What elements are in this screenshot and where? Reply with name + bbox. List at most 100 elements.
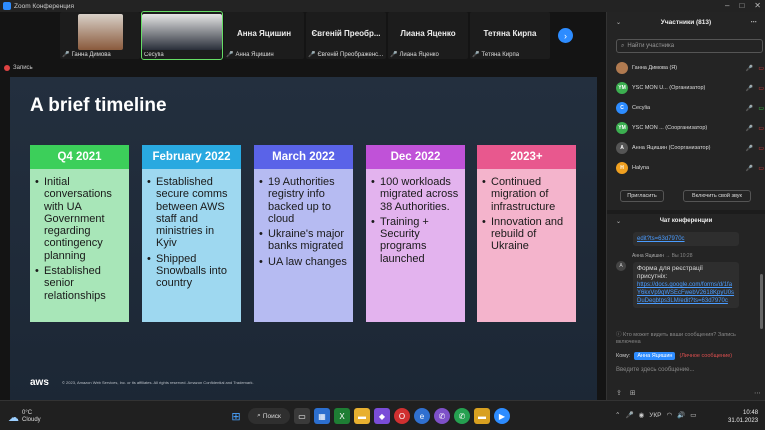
participant-photo <box>78 14 123 50</box>
zoom-taskbar-icon[interactable]: ▶ <box>494 408 510 424</box>
chat-link[interactable]: https://docs.google.com/forms/d/1faY6kxV… <box>637 281 735 305</box>
video-tile[interactable]: Тетяна Кирпа 🎤 Тетяна Кирпа <box>470 12 550 59</box>
video-off-icon: ▭ <box>758 85 764 92</box>
timeline-bullet: Training + Security programs launched <box>370 216 461 265</box>
avatar: H <box>616 162 628 174</box>
mic-muted-icon: 🎤 <box>308 52 316 58</box>
mic-icon[interactable]: 🎤 <box>625 411 633 419</box>
store-icon[interactable]: ◆ <box>374 408 390 424</box>
video-tile[interactable]: Євгеній Преобр... 🎤 Євгеній Преображенс..… <box>306 12 386 59</box>
mic-muted-icon: 🎤 <box>472 52 480 58</box>
chevron-right-icon[interactable]: › <box>558 28 573 43</box>
close-button[interactable]: ✕ <box>754 1 761 11</box>
avatar: A <box>616 142 628 154</box>
opera-icon[interactable]: O <box>394 408 410 424</box>
mic-muted-icon: 🎤 <box>390 52 398 58</box>
participant-row[interactable]: YM YSC MON U... (Организатор) 🎤 ▭ <box>616 79 764 97</box>
video-gallery: 🎤 Ганна Димова Cecylia Анна Яцишин 🎤 Анна … <box>0 11 606 62</box>
timeline-card-heading: Q4 2021 <box>30 145 129 169</box>
camera-icon[interactable]: ◉ <box>639 411 645 419</box>
mic-muted-icon: 🎤 <box>745 165 754 172</box>
clock[interactable]: 10:48 31.01.2023 <box>728 409 758 425</box>
screenshot-icon[interactable]: ⊞ <box>630 389 636 397</box>
participant-row[interactable]: C Cecylia 🎤 ▭ <box>616 99 764 117</box>
taskbar-apps: ⊞ ⌕ Поиск ▭ ▦ X ▬ ◆ O e ✆ ✆ ▬ ▶ <box>228 408 510 424</box>
timeline-bullet: Initial conversations with UA Government… <box>34 176 125 262</box>
mic-muted-icon: 🎤 <box>226 52 234 58</box>
recipient-select[interactable]: Анна Яцишин <box>634 352 676 360</box>
weather-widget[interactable]: ☁ 0°C Cloudy <box>8 410 41 424</box>
widgets-icon[interactable]: ▦ <box>314 408 330 424</box>
participant-search-input[interactable]: ⌕ Найти участника <box>616 39 763 53</box>
title-bar: Zoom Конференция – □ ✕ <box>0 0 765 12</box>
tile-name: 🎤 Ганна Димова <box>62 51 111 59</box>
participant-row[interactable]: A Анна Яцишин (Соорганизатор) 🎤 ▭ <box>616 139 764 157</box>
more-icon[interactable]: ⋯ <box>754 389 761 397</box>
chevron-down-icon[interactable]: ⌄ <box>616 19 621 26</box>
chat-visibility-note[interactable]: ⓘ Кто может видеть ваши сообщения? Запис… <box>616 332 761 346</box>
video-tile[interactable]: Лиана Яценко 🎤 Лиана Яценко <box>388 12 468 59</box>
battery-icon[interactable]: ▭ <box>690 411 696 419</box>
cloud-icon: ☁ <box>8 411 19 424</box>
timeline-bullet: Continued migration of infrastructure <box>481 176 572 213</box>
more-icon[interactable]: ⋯ <box>751 18 758 26</box>
participant-row[interactable]: H Halyna 🎤 ▭ <box>616 159 764 177</box>
edge-icon[interactable]: e <box>414 408 430 424</box>
recording-indicator[interactable]: Запись <box>4 65 33 71</box>
mic-muted-icon: 🎤 <box>62 52 70 58</box>
timeline-card-heading: 2023+ <box>477 145 576 169</box>
language-indicator[interactable]: УКР <box>649 412 661 419</box>
search-icon: ⌕ <box>621 42 625 49</box>
video-tile[interactable]: Анна Яцишин 🎤 Анна Яцишин <box>224 12 304 59</box>
participant-row[interactable]: Ганна Димова (Я) 🎤 ▭ <box>616 59 764 77</box>
chat-input[interactable]: Введите здесь сообщение... <box>616 367 695 373</box>
invite-button[interactable]: Пригласить <box>620 190 664 202</box>
tile-name: Cecylia <box>144 52 164 58</box>
chevron-down-icon[interactable]: ⌄ <box>616 218 621 225</box>
mic-muted-icon: 🎤 <box>745 105 754 112</box>
participant-row[interactable]: YM YSC MON ... (Соорганизатор) 🎤 ▭ <box>616 119 764 137</box>
taskbar-search[interactable]: ⌕ Поиск <box>248 408 290 424</box>
timeline-bullet: 19 Authorities registry info backed up t… <box>258 176 349 225</box>
chat-message: edit?ts=63d7970c <box>633 232 739 246</box>
tile-name: 🎤 Анна Яцишин <box>226 51 274 59</box>
excel-icon[interactable]: X <box>334 408 350 424</box>
task-view-icon[interactable]: ▭ <box>294 408 310 424</box>
video-tile[interactable]: 🎤 Ганна Димова <box>60 12 140 59</box>
avatar: YM <box>616 82 628 94</box>
unmute-button[interactable]: Включить свой звук <box>683 190 751 202</box>
maximize-button[interactable]: □ <box>739 1 744 11</box>
shared-slide: A brief timeline Q4 2021 Initial conversa… <box>10 77 597 404</box>
info-icon: ⓘ <box>616 332 622 338</box>
slide-footer: © 2023, Amazon Web Services, Inc. or its… <box>62 380 254 385</box>
chat-link[interactable]: edit?ts=63d7970c <box>637 236 685 242</box>
video-off-icon: ▭ <box>758 145 764 152</box>
file-explorer-icon[interactable]: ▬ <box>354 408 370 424</box>
video-off-icon: ▭ <box>758 125 764 132</box>
timeline-bullet: Ukraine's major banks migrated <box>258 228 349 253</box>
folder-icon[interactable]: ▬ <box>474 408 490 424</box>
slide-title: A brief timeline <box>30 95 167 116</box>
volume-icon[interactable]: 🔊 <box>677 411 685 419</box>
timeline-card: Q4 2021 Initial conversations with UA Gov… <box>30 145 129 322</box>
timeline-bullet: Established secure comms between AWS sta… <box>146 176 237 250</box>
avatar <box>616 62 628 74</box>
participant-photo <box>142 14 222 50</box>
avatar: C <box>616 102 628 114</box>
windows-start-icon[interactable]: ⊞ <box>228 408 244 424</box>
participants-header: ⌄ Участники (813) ⋯ <box>616 18 758 27</box>
mic-muted-icon: 🎤 <box>745 85 754 92</box>
chat-sender: Анна Яцишин → Вы 10:28 <box>632 253 693 259</box>
video-tile[interactable]: Cecylia <box>141 11 223 60</box>
timeline-bullet: Innovation and rebuild of Ukraine <box>481 216 572 253</box>
whatsapp-icon[interactable]: ✆ <box>454 408 470 424</box>
chat-recipient: Кому: Анна Яцишин (Личное сообщение) <box>616 352 733 360</box>
wifi-icon[interactable]: ◠ <box>666 411 672 419</box>
chevron-up-icon[interactable]: ⌃ <box>615 411 620 419</box>
minimize-button[interactable]: – <box>725 1 729 11</box>
window-title: Zoom Конференция <box>14 2 75 10</box>
file-icon[interactable]: ⇪ <box>616 389 622 397</box>
chat-scrollbar[interactable] <box>760 274 763 329</box>
zoom-icon <box>3 2 11 10</box>
viber-icon[interactable]: ✆ <box>434 408 450 424</box>
